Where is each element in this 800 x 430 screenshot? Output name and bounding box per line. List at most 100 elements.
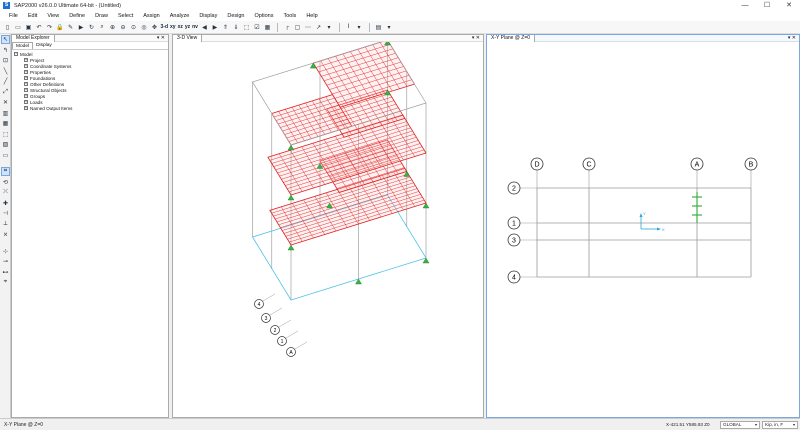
run-icon[interactable]: ▶ (77, 23, 86, 32)
expand-icon[interactable]: + (24, 106, 28, 110)
snap-intersect-icon[interactable]: ⨯ (1, 230, 10, 239)
view-3d-button[interactable]: 3-d (161, 23, 169, 32)
refresh-icon[interactable]: ↻ (87, 23, 96, 32)
display-icon[interactable]: ▦ (263, 23, 272, 32)
snap-icon[interactable]: ⋯ (303, 23, 312, 32)
zoom-out-icon[interactable]: ⊖ (119, 23, 128, 32)
draw-frame-icon[interactable]: ┌ (282, 23, 291, 32)
zoom-fit-icon[interactable]: ⊙ (129, 23, 138, 32)
move-up-icon[interactable]: ⇑ (221, 23, 230, 32)
dimension-icon[interactable]: ▭ (1, 151, 10, 160)
zoom-in-icon[interactable]: ⊕ (108, 23, 117, 32)
rotate-left-icon[interactable]: ◀ (200, 23, 209, 32)
frame-members[interactable] (692, 192, 702, 223)
grid-bubble-4[interactable]: 4 (507, 270, 521, 284)
expand-icon[interactable]: + (24, 76, 28, 80)
view-xy-button[interactable]: xy (170, 23, 176, 32)
tab-3d-view[interactable]: 3-D View (173, 34, 203, 42)
intersect-select-icon[interactable]: ⤫ (1, 188, 10, 197)
snap-perp-icon[interactable]: ⟂ (1, 220, 10, 229)
close-button[interactable]: ✕ (778, 0, 800, 11)
x-brace-icon[interactable]: ✕ (1, 98, 10, 107)
snap-end-icon[interactable]: ⊷ (1, 268, 10, 277)
menu-options[interactable]: Options (250, 13, 279, 19)
zoom-window-icon[interactable]: ⌕ (98, 23, 107, 32)
snap-line-icon[interactable]: ⊣ (1, 209, 10, 218)
expand-icon[interactable]: + (24, 64, 28, 68)
dropdown-icon[interactable]: ▾ (354, 23, 363, 32)
grid-bubble-d[interactable]: D (530, 157, 544, 171)
reshape-icon[interactable]: ↰ (1, 46, 10, 55)
panel-controls[interactable]: ▾ ✕ (788, 35, 796, 42)
menu-help[interactable]: Help (301, 13, 322, 19)
snap-fine-icon[interactable]: ⌖ (1, 278, 10, 287)
snap-grid-icon[interactable]: ✚ (1, 199, 10, 208)
snap-point-icon[interactable]: ⊹ (1, 247, 10, 256)
grid-bubble-a[interactable]: A (690, 157, 704, 171)
pan-icon[interactable]: ✥ (150, 23, 159, 32)
grid-icon[interactable]: ▤ (374, 23, 383, 32)
menu-draw[interactable]: Draw (90, 13, 113, 19)
rotate-right-icon[interactable]: ▶ (210, 23, 219, 32)
select-previous-icon[interactable]: ⟲ (1, 178, 10, 187)
grid-bubble-1[interactable]: 1 (507, 216, 521, 230)
undo-icon[interactable]: ↶ (35, 23, 44, 32)
subtab-display[interactable]: Display (33, 42, 55, 49)
draw-point-icon[interactable]: ⊡ (1, 56, 10, 65)
pointer-icon[interactable]: ↖ (1, 35, 10, 44)
panel-controls[interactable]: ▾ ✕ (157, 35, 165, 42)
menu-view[interactable]: View (42, 13, 64, 19)
rect-area-icon[interactable]: ▦ (1, 119, 10, 128)
panel-controls[interactable]: ▾ ✕ (472, 35, 480, 42)
grid-bubble-2[interactable]: 2 (507, 181, 521, 195)
snap-mid-icon[interactable]: ⊸ (1, 257, 10, 266)
menu-assign[interactable]: Assign (138, 13, 165, 19)
expand-icon[interactable]: + (24, 100, 28, 104)
expand-icon[interactable]: + (24, 94, 28, 98)
model-3d-canvas[interactable]: 4321A (173, 42, 483, 417)
expand-icon[interactable]: + (24, 58, 28, 62)
zoom-prev-icon[interactable]: ◎ (140, 23, 149, 32)
grid-bubble-c[interactable]: C (582, 157, 596, 171)
view-nv-button[interactable]: nv (192, 23, 198, 32)
tab-xy-plane[interactable]: X-Y Plane @ Z=0 (487, 34, 536, 42)
draw-area-icon[interactable]: ▢ (293, 23, 302, 32)
units-select[interactable]: Kip, in, F ▾ (762, 421, 798, 429)
move-down-icon[interactable]: ⇓ (231, 23, 240, 32)
coord-system-select[interactable]: GLOBAL ▾ (720, 421, 760, 429)
menu-analyze[interactable]: Analyze (165, 13, 195, 19)
checkbox-icon[interactable]: ☑ (252, 23, 261, 32)
minimize-button[interactable]: — (734, 0, 756, 11)
view-xz-button[interactable]: xz (178, 23, 183, 32)
grid-bubble-b[interactable]: B (744, 157, 758, 171)
menu-edit[interactable]: Edit (23, 13, 42, 19)
subtab-model[interactable]: Model (12, 42, 34, 49)
area-icon[interactable]: ▥ (1, 109, 10, 118)
collapse-icon[interactable]: − (14, 52, 18, 56)
redo-icon[interactable]: ↷ (45, 23, 54, 32)
solid-icon[interactable]: ⬚ (1, 130, 10, 139)
save-icon[interactable]: ▣ (24, 23, 33, 32)
menu-select[interactable]: Select (113, 13, 138, 19)
draw-link-icon[interactable]: ↗ (314, 23, 323, 32)
grid-bubble-3[interactable]: 3 (507, 233, 521, 247)
menu-define[interactable]: Define (64, 13, 90, 19)
brace-icon[interactable]: ⤢ (1, 88, 10, 97)
pencil-icon[interactable]: ✎ (66, 23, 75, 32)
menu-tools[interactable]: Tools (278, 13, 301, 19)
lock-icon[interactable]: 🔒 (56, 23, 65, 32)
quick-frame-icon[interactable]: ╱ (1, 77, 10, 86)
maximize-button[interactable]: ☐ (756, 0, 778, 11)
view-yz-button[interactable]: yz (185, 23, 190, 32)
expand-icon[interactable]: + (24, 88, 28, 92)
dropdown-icon[interactable]: ▾ (324, 23, 333, 32)
text-cursor-icon[interactable]: I (344, 23, 353, 32)
plan-canvas[interactable]: D C A B 2 1 3 4 X Y (487, 42, 799, 417)
select-all-icon[interactable]: ⌗ (1, 167, 10, 176)
tree-item-named-output-items[interactable]: + Named Output Items (14, 105, 166, 111)
draw-line-icon[interactable]: ╲ (1, 67, 10, 76)
menu-display[interactable]: Display (194, 13, 222, 19)
perspective-icon[interactable]: ⬚ (242, 23, 251, 32)
new-icon[interactable]: ▯ (3, 23, 12, 32)
open-icon[interactable]: ▭ (14, 23, 23, 32)
